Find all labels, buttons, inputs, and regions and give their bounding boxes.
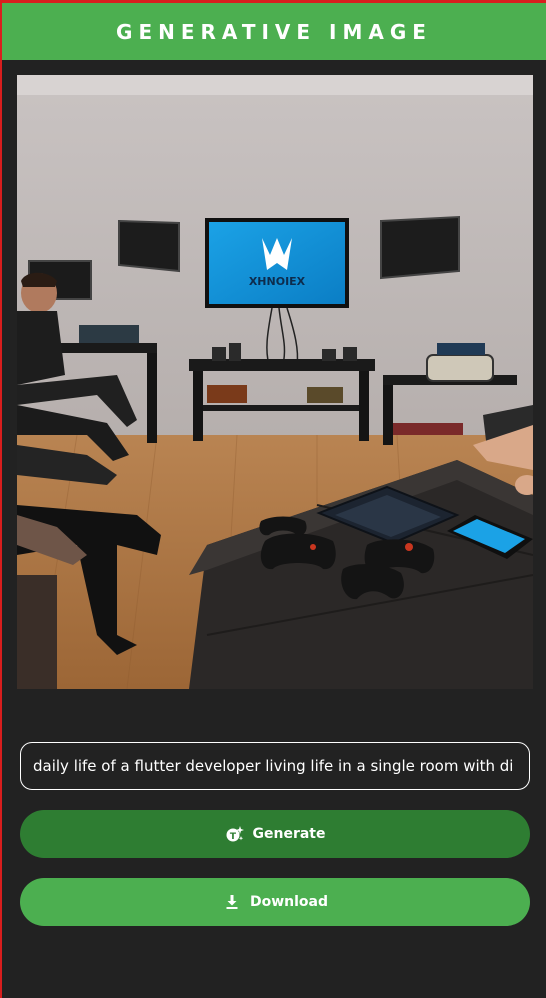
app-frame: GENERATIVE IMAGE XHNOIEX daily life of a…	[0, 0, 546, 998]
app-bar: GENERATIVE IMAGE	[2, 3, 546, 60]
download-label: Download	[249, 894, 329, 910]
sparkle-icon: T	[225, 824, 245, 844]
generated-image: XHNOIEX	[17, 75, 533, 689]
generate-label: Generate	[252, 826, 326, 842]
tv-logo-text: XHNOIEX	[249, 275, 306, 288]
svg-text:T: T	[229, 832, 236, 842]
app-title: GENERATIVE IMAGE	[116, 19, 432, 44]
download-icon	[222, 892, 242, 912]
download-button[interactable]: Download	[20, 878, 530, 926]
prompt-input[interactable]	[20, 742, 530, 790]
generate-button[interactable]: T Generate	[20, 810, 530, 858]
